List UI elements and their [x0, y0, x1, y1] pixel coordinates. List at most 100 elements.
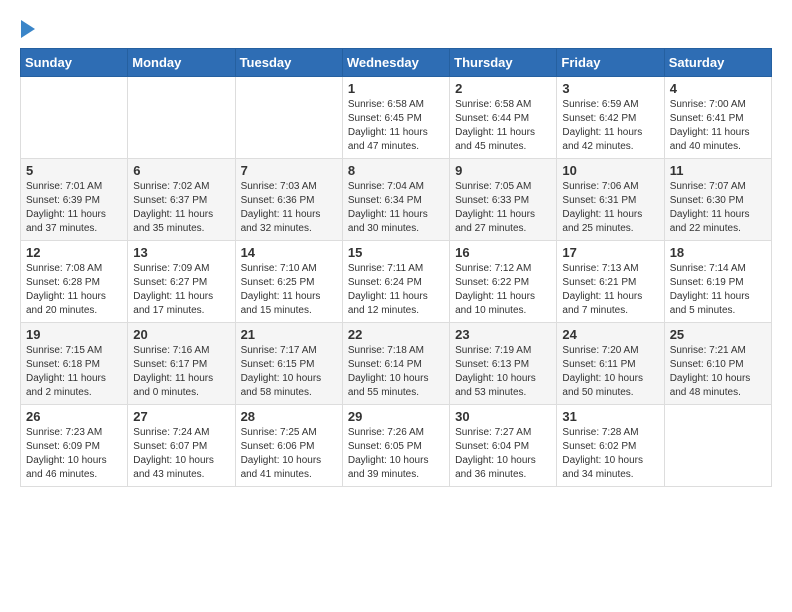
day-number: 27	[133, 409, 229, 424]
day-number: 9	[455, 163, 551, 178]
calendar-cell	[235, 77, 342, 159]
day-info: Sunrise: 7:02 AMSunset: 6:37 PMDaylight:…	[133, 180, 229, 236]
day-info: Sunrise: 7:10 AMSunset: 6:25 PMDaylight:…	[241, 262, 337, 318]
day-info: Sunrise: 7:26 AMSunset: 6:05 PMDaylight:…	[348, 426, 444, 482]
calendar-cell: 2 Sunrise: 6:58 AMSunset: 6:44 PMDaylight…	[450, 77, 557, 159]
calendar: Sunday Monday Tuesday Wednesday Thursday…	[20, 48, 772, 487]
col-friday: Friday	[557, 49, 664, 77]
calendar-cell: 3Sunrise: 6:59 AMSunset: 6:42 PMDaylight…	[557, 77, 664, 159]
calendar-cell: 10 Sunrise: 7:06 AMSunset: 6:31 PMDayligh…	[557, 159, 664, 241]
calendar-cell: 4 Sunrise: 7:00 AMSunset: 6:41 PMDaylight…	[664, 77, 771, 159]
day-number: 3	[562, 81, 658, 96]
day-number: 16	[455, 245, 551, 260]
day-info: Sunrise: 7:21 AMSunset: 6:10 PMDaylight:…	[670, 344, 766, 400]
day-info: Sunrise: 7:00 AMSunset: 6:41 PMDaylight:…	[670, 98, 766, 154]
day-info: Sunrise: 7:07 AMSunset: 6:30 PMDaylight:…	[670, 180, 766, 236]
calendar-cell: 12 Sunrise: 7:08 AMSunset: 6:28 PMDayligh…	[21, 241, 128, 323]
day-number: 23	[455, 327, 551, 342]
calendar-cell: 24 Sunrise: 7:20 AMSunset: 6:11 PMDayligh…	[557, 323, 664, 405]
day-number: 29	[348, 409, 444, 424]
calendar-cell: 8 Sunrise: 7:04 AMSunset: 6:34 PMDaylight…	[342, 159, 449, 241]
day-number: 10	[562, 163, 658, 178]
calendar-week-row: 5Sunrise: 7:01 AMSunset: 6:39 PMDaylight…	[21, 159, 772, 241]
calendar-week-row: 19 Sunrise: 7:15 AMSunset: 6:18 PMDayligh…	[21, 323, 772, 405]
day-number: 22	[348, 327, 444, 342]
col-thursday: Thursday	[450, 49, 557, 77]
calendar-cell: 31Sunrise: 7:28 AMSunset: 6:02 PMDayligh…	[557, 405, 664, 487]
day-info: Sunrise: 7:16 AMSunset: 6:17 PMDaylight:…	[133, 344, 229, 400]
day-info: Sunrise: 7:17 AMSunset: 6:15 PMDaylight:…	[241, 344, 337, 400]
day-number: 19	[26, 327, 122, 342]
day-number: 11	[670, 163, 766, 178]
day-number: 28	[241, 409, 337, 424]
day-number: 26	[26, 409, 122, 424]
day-number: 18	[670, 245, 766, 260]
day-number: 7	[241, 163, 337, 178]
col-monday: Monday	[128, 49, 235, 77]
day-info: Sunrise: 7:04 AMSunset: 6:34 PMDaylight:…	[348, 180, 444, 236]
day-info: Sunrise: 7:24 AMSunset: 6:07 PMDaylight:…	[133, 426, 229, 482]
day-number: 17	[562, 245, 658, 260]
day-number: 30	[455, 409, 551, 424]
calendar-cell: 11 Sunrise: 7:07 AMSunset: 6:30 PMDayligh…	[664, 159, 771, 241]
calendar-cell: 19 Sunrise: 7:15 AMSunset: 6:18 PMDayligh…	[21, 323, 128, 405]
col-sunday: Sunday	[21, 49, 128, 77]
day-number: 31	[562, 409, 658, 424]
calendar-week-row: 12 Sunrise: 7:08 AMSunset: 6:28 PMDayligh…	[21, 241, 772, 323]
calendar-header-row: Sunday Monday Tuesday Wednesday Thursday…	[21, 49, 772, 77]
day-info: Sunrise: 6:58 AMSunset: 6:44 PMDaylight:…	[455, 98, 551, 154]
calendar-cell	[664, 405, 771, 487]
day-info: Sunrise: 7:12 AMSunset: 6:22 PMDaylight:…	[455, 262, 551, 318]
calendar-cell: 1Sunrise: 6:58 AMSunset: 6:45 PMDaylight…	[342, 77, 449, 159]
day-number: 4	[670, 81, 766, 96]
day-number: 21	[241, 327, 337, 342]
day-number: 8	[348, 163, 444, 178]
day-number: 15	[348, 245, 444, 260]
calendar-cell: 13 Sunrise: 7:09 AMSunset: 6:27 PMDayligh…	[128, 241, 235, 323]
calendar-cell: 22Sunrise: 7:18 AMSunset: 6:14 PMDayligh…	[342, 323, 449, 405]
calendar-cell: 20Sunrise: 7:16 AMSunset: 6:17 PMDayligh…	[128, 323, 235, 405]
day-info: Sunrise: 7:15 AMSunset: 6:18 PMDaylight:…	[26, 344, 122, 400]
day-number: 12	[26, 245, 122, 260]
day-info: Sunrise: 7:09 AMSunset: 6:27 PMDaylight:…	[133, 262, 229, 318]
day-info: Sunrise: 7:01 AMSunset: 6:39 PMDaylight:…	[26, 180, 122, 236]
day-number: 24	[562, 327, 658, 342]
calendar-cell: 30 Sunrise: 7:27 AMSunset: 6:04 PMDayligh…	[450, 405, 557, 487]
logo-arrow-icon	[21, 20, 35, 38]
calendar-cell: 7 Sunrise: 7:03 AMSunset: 6:36 PMDaylight…	[235, 159, 342, 241]
calendar-week-row: 26 Sunrise: 7:23 AMSunset: 6:09 PMDayligh…	[21, 405, 772, 487]
calendar-cell	[128, 77, 235, 159]
day-info: Sunrise: 7:20 AMSunset: 6:11 PMDaylight:…	[562, 344, 658, 400]
col-tuesday: Tuesday	[235, 49, 342, 77]
calendar-cell: 28 Sunrise: 7:25 AMSunset: 6:06 PMDayligh…	[235, 405, 342, 487]
day-info: Sunrise: 7:25 AMSunset: 6:06 PMDaylight:…	[241, 426, 337, 482]
calendar-cell: 6 Sunrise: 7:02 AMSunset: 6:37 PMDaylight…	[128, 159, 235, 241]
day-info: Sunrise: 7:27 AMSunset: 6:04 PMDaylight:…	[455, 426, 551, 482]
day-number: 13	[133, 245, 229, 260]
calendar-cell: 14 Sunrise: 7:10 AMSunset: 6:25 PMDayligh…	[235, 241, 342, 323]
day-info: Sunrise: 6:58 AMSunset: 6:45 PMDaylight:…	[348, 98, 444, 154]
header	[20, 20, 772, 38]
day-info: Sunrise: 7:19 AMSunset: 6:13 PMDaylight:…	[455, 344, 551, 400]
day-info: Sunrise: 7:08 AMSunset: 6:28 PMDaylight:…	[26, 262, 122, 318]
calendar-cell	[21, 77, 128, 159]
day-info: Sunrise: 7:11 AMSunset: 6:24 PMDaylight:…	[348, 262, 444, 318]
day-number: 14	[241, 245, 337, 260]
calendar-cell: 16 Sunrise: 7:12 AMSunset: 6:22 PMDayligh…	[450, 241, 557, 323]
calendar-cell: 27 Sunrise: 7:24 AMSunset: 6:07 PMDayligh…	[128, 405, 235, 487]
calendar-week-row: 1Sunrise: 6:58 AMSunset: 6:45 PMDaylight…	[21, 77, 772, 159]
calendar-cell: 29 Sunrise: 7:26 AMSunset: 6:05 PMDayligh…	[342, 405, 449, 487]
col-wednesday: Wednesday	[342, 49, 449, 77]
day-info: Sunrise: 7:06 AMSunset: 6:31 PMDaylight:…	[562, 180, 658, 236]
day-info: Sunrise: 7:03 AMSunset: 6:36 PMDaylight:…	[241, 180, 337, 236]
day-number: 2	[455, 81, 551, 96]
calendar-cell: 18Sunrise: 7:14 AMSunset: 6:19 PMDayligh…	[664, 241, 771, 323]
col-saturday: Saturday	[664, 49, 771, 77]
day-number: 25	[670, 327, 766, 342]
logo	[20, 20, 35, 38]
calendar-cell: 25 Sunrise: 7:21 AMSunset: 6:10 PMDayligh…	[664, 323, 771, 405]
calendar-cell: 5Sunrise: 7:01 AMSunset: 6:39 PMDaylight…	[21, 159, 128, 241]
day-number: 6	[133, 163, 229, 178]
day-info: Sunrise: 7:23 AMSunset: 6:09 PMDaylight:…	[26, 426, 122, 482]
calendar-cell: 15 Sunrise: 7:11 AMSunset: 6:24 PMDayligh…	[342, 241, 449, 323]
